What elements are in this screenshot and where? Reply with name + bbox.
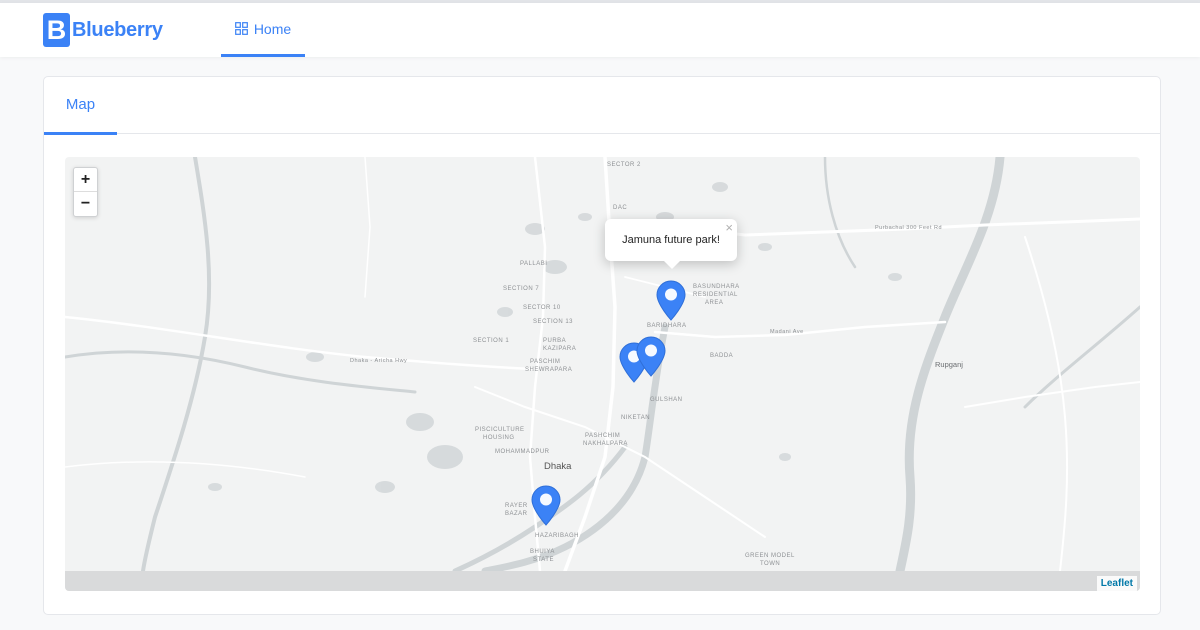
map-marker-3[interactable]	[636, 336, 666, 377]
map-marker-jamuna[interactable]	[656, 280, 686, 321]
nav-home-tab[interactable]: Home	[221, 3, 305, 57]
svg-text:DAC: DAC	[613, 205, 627, 211]
brand-name: Blueberry	[72, 18, 163, 41]
leaflet-map[interactable]: SECTOR 2 DAC PALLABI SECTION 7 SECTOR 10…	[65, 157, 1140, 591]
svg-text:SECTION 13: SECTION 13	[533, 319, 573, 325]
popup-close-button[interactable]: ×	[725, 221, 733, 235]
svg-text:SECTION 7: SECTION 7	[503, 286, 539, 292]
svg-text:KAZIPARA: KAZIPARA	[543, 346, 576, 352]
svg-text:Purbachal 300 Feet Rd: Purbachal 300 Feet Rd	[875, 225, 942, 231]
map-footer-strip: Leaflet	[65, 571, 1140, 591]
svg-text:HOUSING: HOUSING	[483, 435, 515, 441]
svg-text:GULSHAN: GULSHAN	[650, 397, 683, 403]
svg-text:PURBA: PURBA	[543, 338, 566, 344]
svg-text:NAKHALPARA: NAKHALPARA	[583, 441, 628, 447]
svg-text:Rupganj: Rupganj	[935, 360, 963, 369]
zoom-control: + −	[73, 167, 98, 217]
brand-mark: B	[43, 13, 70, 47]
svg-text:SHEWRAPARA: SHEWRAPARA	[525, 367, 572, 373]
map-card: Map SECTOR 2 DAC PALLABI SECTION 7 SECTO…	[43, 76, 1161, 615]
map-pin-icon	[531, 485, 561, 526]
svg-text:RESIDENTIAL: RESIDENTIAL	[693, 292, 738, 298]
brand-logo[interactable]: B Blueberry	[43, 13, 163, 47]
popup-tip	[663, 260, 681, 269]
zoom-out-button[interactable]: −	[74, 192, 97, 216]
svg-text:BARIDHARA: BARIDHARA	[647, 323, 687, 329]
top-navbar: B Blueberry Home	[0, 3, 1200, 57]
map-pin-icon	[656, 280, 686, 321]
svg-text:STATE: STATE	[533, 557, 554, 563]
svg-text:GREEN MODEL: GREEN MODEL	[745, 553, 795, 559]
map-tiles: SECTOR 2 DAC PALLABI SECTION 7 SECTOR 10…	[65, 157, 1140, 571]
nav-home-label: Home	[253, 20, 292, 37]
grid-icon	[234, 22, 248, 35]
svg-text:BHUIYA: BHUIYA	[530, 549, 555, 555]
svg-text:RAYER: RAYER	[505, 503, 528, 509]
svg-text:Madani Ave: Madani Ave	[770, 329, 804, 335]
svg-text:Dhaka: Dhaka	[544, 461, 572, 472]
svg-text:PISCICULTURE: PISCICULTURE	[475, 427, 525, 433]
svg-text:PALLABI: PALLABI	[520, 261, 547, 267]
svg-text:MOHAMMADPUR: MOHAMMADPUR	[495, 449, 550, 455]
card-tab-bar: Map	[44, 77, 1160, 135]
svg-text:BASUNDHARA: BASUNDHARA	[693, 284, 740, 290]
leaflet-attribution-link[interactable]: Leaflet	[1096, 576, 1137, 591]
svg-text:PASHCHIM: PASHCHIM	[585, 433, 620, 439]
svg-text:BADDA: BADDA	[710, 353, 733, 359]
svg-text:HAZARIBAGH: HAZARIBAGH	[535, 533, 579, 539]
svg-text:PASCHIM: PASCHIM	[530, 359, 560, 365]
map-marker-4[interactable]	[531, 485, 561, 526]
svg-text:NIKETAN: NIKETAN	[621, 415, 650, 421]
svg-text:SECTOR 2: SECTOR 2	[607, 162, 641, 168]
svg-text:AREA: AREA	[705, 300, 723, 306]
tab-map[interactable]: Map	[44, 77, 117, 135]
svg-text:Dhaka - Aricha Hwy: Dhaka - Aricha Hwy	[350, 358, 407, 364]
svg-text:SECTOR 10: SECTOR 10	[523, 305, 561, 311]
popup-text: Jamuna future park!	[622, 234, 720, 246]
marker-popup: Jamuna future park! ×	[605, 219, 737, 261]
svg-text:SECTION 1: SECTION 1	[473, 338, 509, 344]
svg-text:BAZAR: BAZAR	[505, 511, 528, 517]
svg-text:TOWN: TOWN	[760, 561, 780, 567]
map-pin-icon	[636, 336, 666, 377]
zoom-in-button[interactable]: +	[74, 168, 97, 192]
